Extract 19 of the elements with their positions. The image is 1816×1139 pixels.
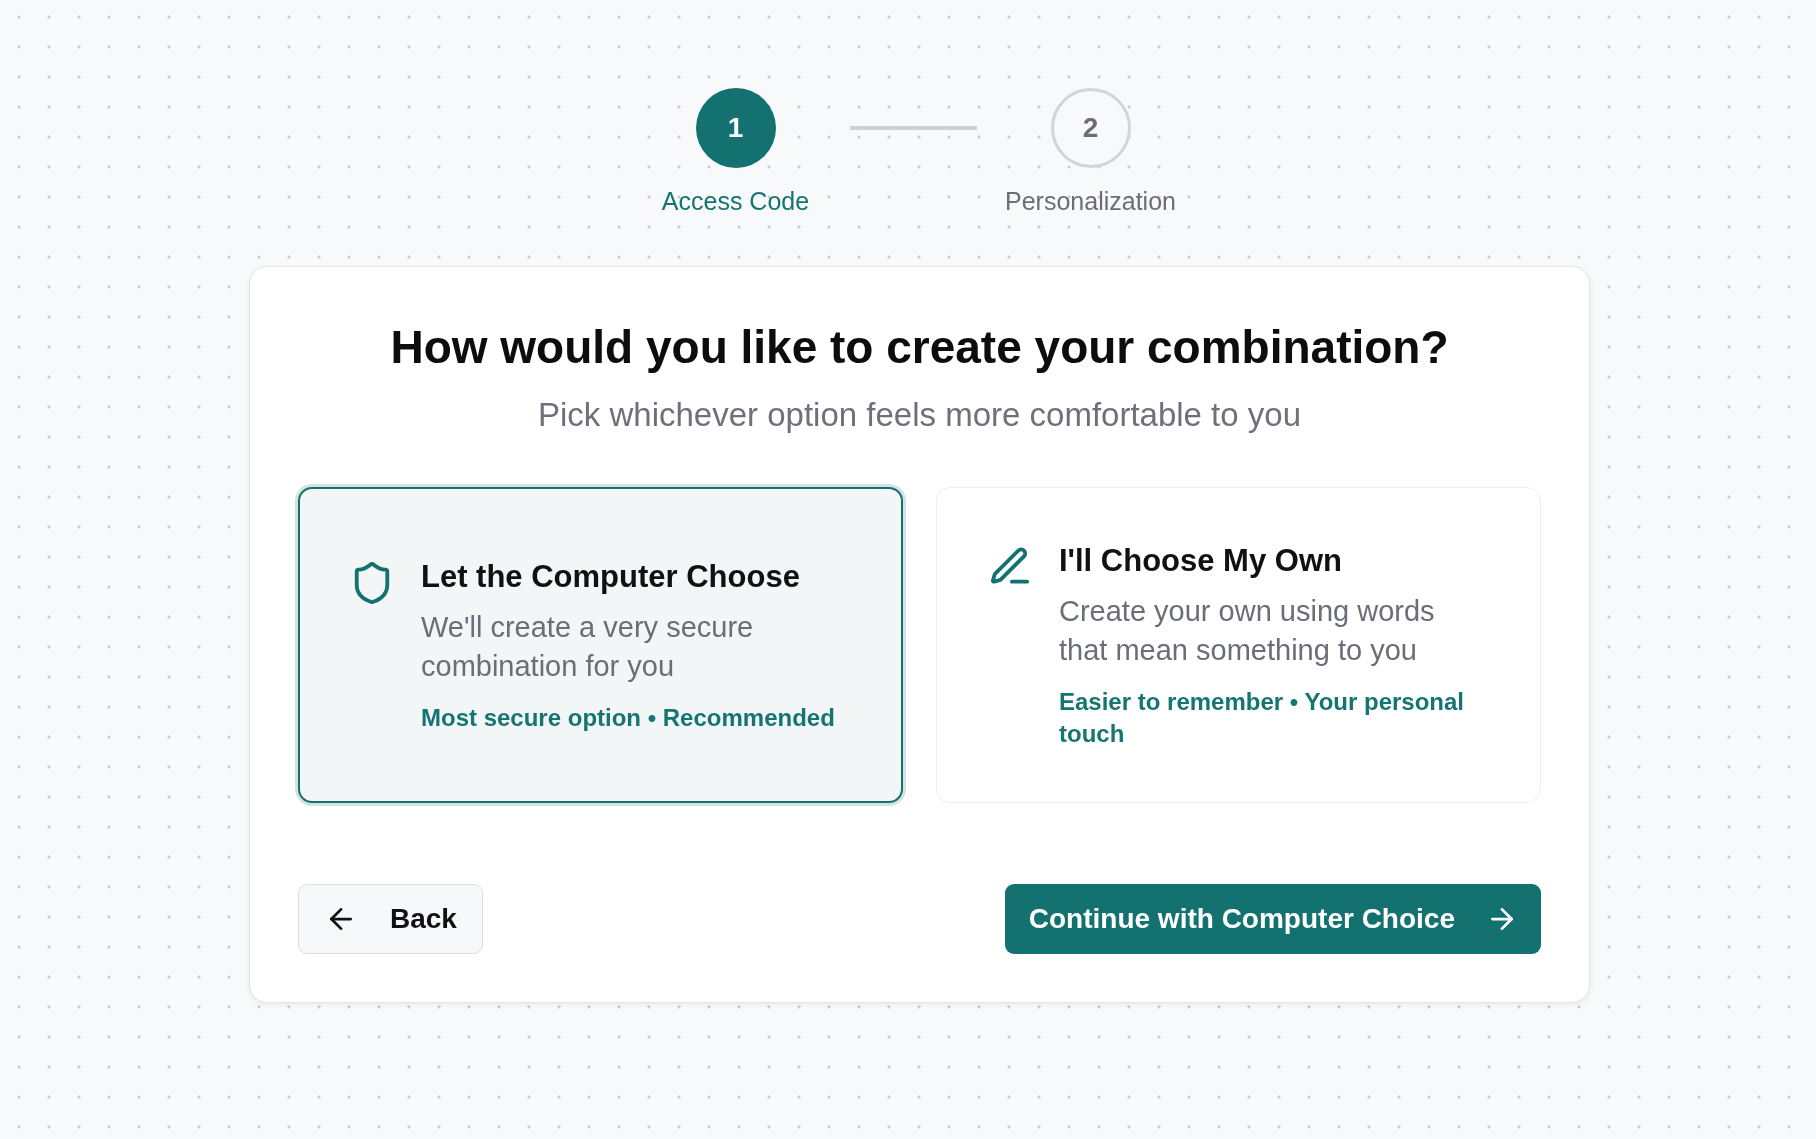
- option-card[interactable]: I'll Choose My Own Create your own using words that mean something to you Easier to remember • Your personal touch: [936, 487, 1541, 803]
- step-indicator: 1: [695, 88, 776, 168]
- option-description: Create your own using words that mean something to you: [1059, 593, 1436, 668]
- dialog-subtitle: Pick whichever option feels more comfortable to you: [538, 395, 1301, 435]
- step-indicator: 2: [1050, 88, 1131, 168]
- option-tags: Most secure option • Recommended: [421, 701, 843, 734]
- arrow-right-icon: [1491, 908, 1513, 930]
- continue-button[interactable]: Continue with Computer Choice: [1004, 884, 1541, 954]
- pencil-icon: [991, 546, 1029, 586]
- step-label: Personalization: [1005, 187, 1176, 215]
- dialog-title: How would you like to create your combination?: [390, 321, 1449, 373]
- option-card[interactable]: Let the Computer Choose We'll create a very secure combination for you Most secure option • Recommended: [298, 487, 903, 803]
- step-label: Access Code: [661, 187, 810, 215]
- option-title: I'll Choose My Own: [1059, 541, 1343, 580]
- option-tags: Easier to remember • Your personal touch: [1059, 685, 1481, 750]
- shield-icon: [354, 561, 390, 604]
- option-title: Let the Computer Choose: [421, 557, 801, 596]
- back-button[interactable]: Back: [298, 884, 483, 954]
- option-description: We'll create a very secure combination for you: [421, 609, 755, 684]
